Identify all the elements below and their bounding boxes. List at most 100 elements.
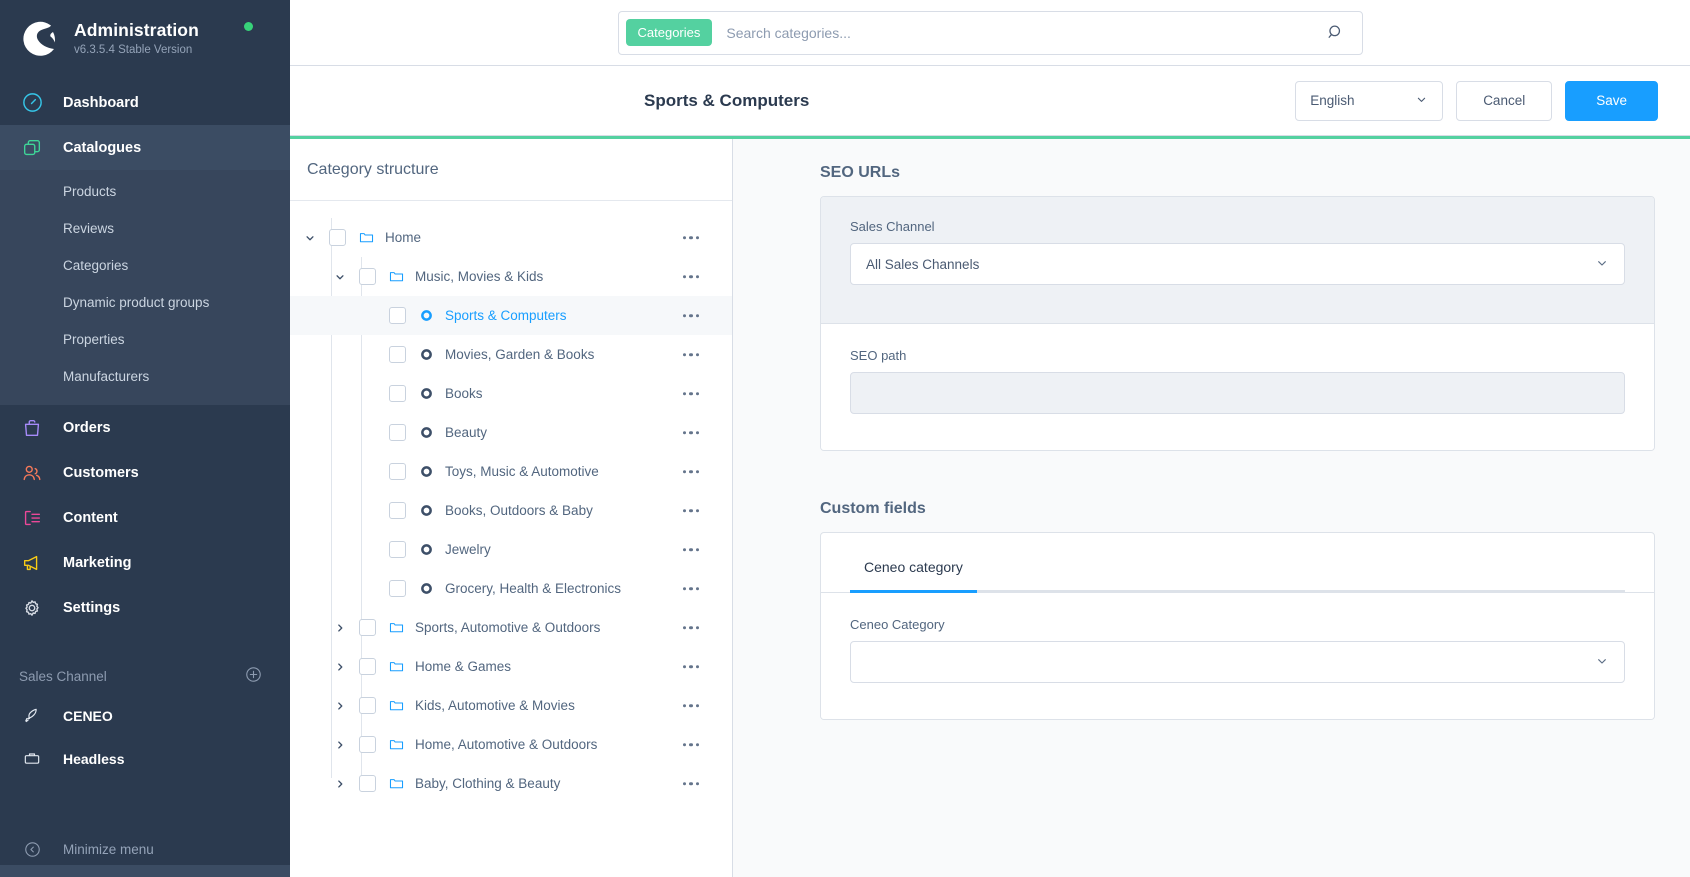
tree-row-context-menu-icon[interactable] — [682, 625, 699, 630]
chevron-down-icon[interactable] — [301, 229, 319, 247]
language-select-value: English — [1310, 93, 1355, 108]
circle-dot-icon — [417, 541, 435, 559]
sidebar-item-manufacturers[interactable]: Manufacturers — [0, 358, 290, 395]
tree-row-checkbox[interactable] — [359, 736, 376, 753]
tree-row[interactable]: Beauty — [290, 413, 732, 452]
save-button[interactable]: Save — [1565, 80, 1658, 121]
tree-row-label: Music, Movies & Kids — [415, 269, 544, 284]
tree-row-context-menu-icon[interactable] — [682, 508, 699, 513]
rocket-icon — [19, 703, 45, 729]
tree-row[interactable]: Kids, Automotive & Movies — [290, 686, 732, 725]
sidebar-subitem-label: Categories — [63, 258, 129, 273]
sidebar-item-dynamic-product-groups[interactable]: Dynamic product groups — [0, 284, 290, 321]
tree-row-label: Grocery, Health & Electronics — [445, 581, 622, 596]
tree-row-checkbox[interactable] — [359, 658, 376, 675]
chevron-right-icon[interactable] — [331, 697, 349, 715]
tree-row-checkbox[interactable] — [359, 619, 376, 636]
tree-row-label: Movies, Garden & Books — [445, 347, 595, 362]
tree-chevron-placeholder — [361, 307, 379, 325]
tab-ceneo-category[interactable]: Ceneo category — [850, 559, 977, 593]
chevron-right-icon[interactable] — [331, 736, 349, 754]
chevron-right-icon[interactable] — [331, 619, 349, 637]
tree-row[interactable]: Baby, Clothing & Beauty — [290, 764, 732, 803]
tree-row[interactable]: Music, Movies & Kids — [290, 257, 732, 296]
tree-row[interactable]: Books — [290, 374, 732, 413]
tree-row[interactable]: Sports & Computers — [290, 296, 732, 335]
chevron-down-icon[interactable] — [331, 268, 349, 286]
circle-dot-icon — [417, 424, 435, 442]
seo-sales-channel-section: Sales Channel All Sales Channels — [821, 197, 1654, 324]
tree-row-checkbox[interactable] — [389, 541, 406, 558]
tree-row-context-menu-icon[interactable] — [682, 547, 699, 552]
tree-row[interactable]: Books, Outdoors & Baby — [290, 491, 732, 530]
sidebar-nav: Dashboard Catalogues Products Reviews Ca… — [0, 80, 290, 780]
sidebar-item-products[interactable]: Products — [0, 173, 290, 210]
tree-row-context-menu-icon[interactable] — [682, 352, 699, 357]
tree-row-checkbox[interactable] — [389, 463, 406, 480]
tree-row-context-menu-icon[interactable] — [682, 469, 699, 474]
sidebar-item-catalogues[interactable]: Catalogues — [0, 125, 290, 170]
tree-row[interactable]: Movies, Garden & Books — [290, 335, 732, 374]
tree-row-checkbox[interactable] — [359, 775, 376, 792]
tree-row-context-menu-icon[interactable] — [682, 664, 699, 669]
sales-channel-select[interactable]: All Sales Channels — [850, 243, 1625, 285]
sidebar-item-dashboard[interactable]: Dashboard — [0, 80, 290, 125]
tree-row-context-menu-icon[interactable] — [682, 274, 699, 279]
sidebar-channel-headless[interactable]: Headless — [0, 737, 290, 780]
sidebar-item-categories[interactable]: Categories — [0, 247, 290, 284]
sidebar-item-settings[interactable]: Settings — [0, 585, 290, 630]
sidebar-item-label: Catalogues — [63, 139, 142, 156]
tree-row-checkbox[interactable] — [389, 502, 406, 519]
tree-row-checkbox[interactable] — [389, 346, 406, 363]
tree-row-context-menu-icon[interactable] — [682, 235, 699, 240]
tree-row[interactable]: Home, Automotive & Outdoors — [290, 725, 732, 764]
tree-row-checkbox[interactable] — [389, 580, 406, 597]
sidebar-item-content[interactable]: Content — [0, 495, 290, 540]
search-input[interactable] — [712, 24, 1316, 41]
tree-row-context-menu-icon[interactable] — [682, 313, 699, 318]
dashboard-icon — [19, 90, 45, 116]
tree-row[interactable]: Sports, Automotive & Outdoors — [290, 608, 732, 647]
sidebar-item-properties[interactable]: Properties — [0, 321, 290, 358]
tree-row-context-menu-icon[interactable] — [682, 430, 699, 435]
sidebar-version: v6.3.5.4 Stable Version — [74, 43, 193, 56]
sidebar-item-label: Orders — [63, 419, 111, 436]
tree-row-context-menu-icon[interactable] — [682, 391, 699, 396]
circle-dot-icon — [417, 346, 435, 364]
sidebar-item-customers[interactable]: Customers — [0, 450, 290, 495]
tree-row[interactable]: Home — [290, 218, 732, 257]
chevron-down-icon — [1414, 92, 1429, 110]
tree-row[interactable]: Toys, Music & Automotive — [290, 452, 732, 491]
tree-row-checkbox[interactable] — [359, 268, 376, 285]
tree-row-checkbox[interactable] — [389, 307, 406, 324]
chevron-right-icon[interactable] — [331, 775, 349, 793]
language-select[interactable]: English — [1295, 80, 1444, 121]
sidebar-channel-ceneo[interactable]: CENEO — [0, 694, 290, 737]
sales-channel-value: All Sales Channels — [866, 256, 980, 272]
sidebar-item-marketing[interactable]: Marketing — [0, 540, 290, 585]
seo-path-input[interactable] — [850, 372, 1625, 414]
sidebar-bottom-strip — [0, 865, 290, 877]
tree-row-label: Beauty — [445, 425, 488, 440]
tree-row-checkbox[interactable] — [359, 697, 376, 714]
tree-row[interactable]: Grocery, Health & Electronics — [290, 569, 732, 608]
chevron-right-icon[interactable] — [331, 658, 349, 676]
tree-row-context-menu-icon[interactable] — [682, 781, 699, 786]
tree-row-checkbox[interactable] — [329, 229, 346, 246]
search-icon[interactable] — [1316, 13, 1356, 53]
tree-row-context-menu-icon[interactable] — [682, 586, 699, 591]
tree-row-checkbox[interactable] — [389, 385, 406, 402]
sidebar-channel-label: Headless — [63, 750, 125, 767]
cancel-button[interactable]: Cancel — [1456, 80, 1553, 121]
sidebar-item-orders[interactable]: Orders — [0, 405, 290, 450]
tree-row[interactable]: Home & Games — [290, 647, 732, 686]
tree-row-checkbox[interactable] — [389, 424, 406, 441]
ceneo-category-select[interactable] — [850, 641, 1625, 683]
tree-row[interactable]: Jewelry — [290, 530, 732, 569]
add-sales-channel-icon[interactable] — [244, 665, 263, 687]
sidebar-item-reviews[interactable]: Reviews — [0, 210, 290, 247]
search-scope-chip[interactable]: Categories — [625, 19, 713, 46]
tree-row-context-menu-icon[interactable] — [682, 742, 699, 747]
sidebar-subnav-catalogues: Products Reviews Categories Dynamic prod… — [0, 170, 290, 405]
tree-row-context-menu-icon[interactable] — [682, 703, 699, 708]
